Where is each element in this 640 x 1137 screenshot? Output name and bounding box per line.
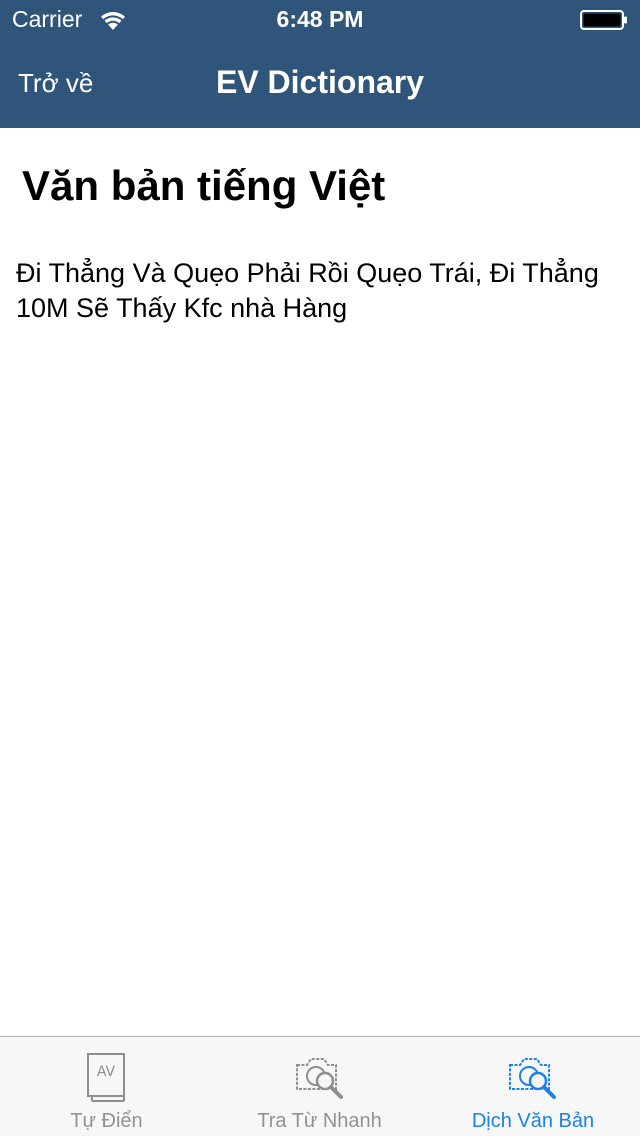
tab-label: Tra Từ Nhanh <box>257 1110 382 1132</box>
tab-dictionary[interactable]: AV Tự Điển <box>0 1037 213 1137</box>
status-bar: Carrier 6:48 PM <box>0 0 640 40</box>
navigation-bar: Trở về EV Dictionary <box>0 40 640 128</box>
svg-text:AV: AV <box>96 1064 115 1080</box>
main-content: Văn bản tiếng Việt Đi Thẳng Và Quẹo Phải… <box>0 128 640 1036</box>
tab-label: Dịch Văn Bản <box>471 1110 595 1132</box>
tab-bar: AV Tự Điển Tra Từ Nhanh Dịch Văn Bản <box>0 1036 640 1136</box>
tab-translate-text[interactable]: Dịch Văn Bản <box>426 1037 640 1137</box>
camera-search-icon <box>509 1058 556 1099</box>
page-title: EV Dictionary <box>215 64 425 100</box>
app-header: Carrier 6:48 PM Trở về EV Dictionary <box>0 0 640 128</box>
dictionary-book-icon: AV <box>86 1053 125 1102</box>
vietnamese-text: Đi Thẳng Và Quẹo Phải Rồi Quẹo Trái, Đi … <box>16 258 599 323</box>
section-title: Văn bản tiếng Việt <box>22 162 386 209</box>
camera-search-icon <box>295 1058 343 1099</box>
battery-icon <box>580 10 627 30</box>
tab-label: Tự Điển <box>70 1110 143 1132</box>
status-time: 6:48 PM <box>276 6 364 32</box>
tab-quick-lookup[interactable]: Tra Từ Nhanh <box>213 1037 426 1137</box>
